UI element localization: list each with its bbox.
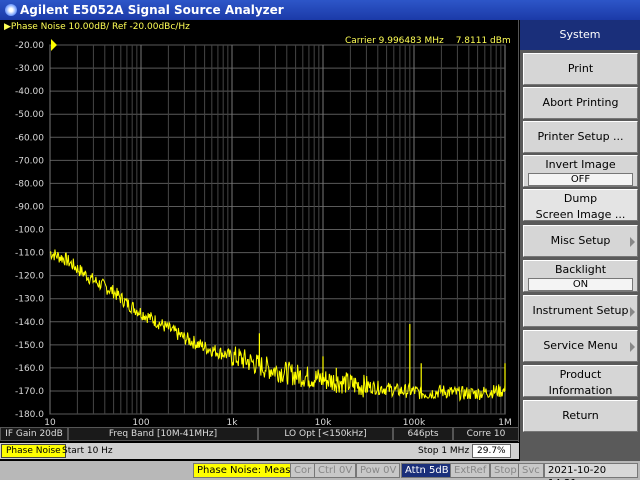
service-menu-softkey[interactable]: Service Menu: [523, 330, 638, 362]
title-bar: Agilent E5052A Signal Source Analyzer: [0, 0, 640, 20]
meas-state-indicator: Phase Noise: Meas: [193, 463, 295, 478]
misc-setup-label: Misc Setup: [550, 234, 611, 247]
dump-label-line2: Screen Image ...: [535, 208, 626, 221]
product-label-line2: Information: [548, 384, 613, 397]
measurement-mode[interactable]: Phase Noise: [1, 444, 66, 458]
y-tick-label: -90.00: [15, 202, 44, 212]
cor-indicator: Cor: [290, 463, 316, 478]
return-label: Return: [562, 409, 599, 422]
y-tick-label: -80.00: [15, 179, 44, 189]
measurement-row: Phase Noise Start 10 Hz Stop 1 MHz 29.7%: [0, 443, 519, 459]
instrument-setup-label: Instrument Setup: [532, 304, 629, 317]
submenu-arrow-icon: [630, 307, 635, 317]
correlation-status[interactable]: Corre 10: [453, 427, 519, 441]
print-label: Print: [567, 62, 594, 75]
x-tick-label: 100k: [403, 418, 426, 427]
x-tick-label: 10k: [315, 418, 332, 427]
x-tick-label: 10: [44, 418, 56, 427]
printer-setup-label: Printer Setup ...: [537, 130, 624, 143]
if-gain-status[interactable]: IF Gain 20dB: [0, 427, 68, 441]
y-tick-label: -30.00: [15, 64, 44, 74]
y-tick-label: -160.0: [15, 364, 44, 374]
y-tick-label: -20.00: [15, 41, 44, 51]
carrier-frequency: Carrier 9.996483 MHz: [345, 36, 444, 46]
product-label-line1: Product: [559, 368, 602, 381]
abort-printing-label: Abort Printing: [542, 96, 619, 109]
x-tick-label: 1M: [498, 418, 512, 427]
carrier-power: 7.8111 dBm: [455, 36, 511, 46]
stop-frequency[interactable]: Stop 1 MHz: [418, 445, 469, 457]
extref-indicator: ExtRef: [450, 463, 491, 478]
y-tick-label: -70.00: [15, 156, 44, 166]
submenu-arrow-icon: [630, 237, 635, 247]
reference-level-marker: [51, 39, 57, 51]
abort-printing-softkey[interactable]: Abort Printing: [523, 87, 638, 119]
misc-setup-softkey[interactable]: Misc Setup: [523, 225, 638, 257]
y-tick-label: -170.0: [15, 387, 44, 397]
y-tick-label: -180.0: [15, 410, 44, 420]
trace-marker-icon: ▶: [4, 22, 11, 32]
phase-noise-trace: [49, 249, 506, 402]
invert-image-label: Invert Image: [545, 158, 616, 171]
points-status[interactable]: 646pts: [393, 427, 453, 441]
dump-screen-image-softkey[interactable]: Dump Screen Image ...: [523, 189, 638, 221]
backlight-value: ON: [528, 278, 633, 291]
pow-indicator: Pow 0V: [356, 463, 401, 478]
agilent-logo-icon: [5, 4, 17, 16]
trace-label: Phase Noise 10.00dB/ Ref -20.00dBc/Hz: [10, 22, 190, 32]
channel-status-row: IF Gain 20dB Freq Band [10M-41MHz] LO Op…: [0, 427, 519, 441]
window-title: Agilent E5052A Signal Source Analyzer: [20, 3, 284, 17]
y-tick-label: -150.0: [15, 341, 44, 351]
softkey-menu-title: System: [520, 20, 640, 50]
y-tick-label: -60.00: [15, 133, 44, 143]
invert-image-value: OFF: [528, 173, 633, 186]
stop-indicator: Stop: [490, 463, 521, 478]
y-tick-label: -110.0: [15, 249, 44, 259]
invert-image-softkey[interactable]: Invert Image OFF: [523, 155, 638, 187]
svc-indicator: Svc: [518, 463, 544, 478]
x-tick-label: 100: [132, 418, 149, 427]
return-softkey[interactable]: Return: [523, 400, 638, 432]
trace-header: ▶Phase Noise 10.00dB/ Ref -20.00dBc/Hz: [4, 22, 190, 32]
y-tick-label: -100.0: [15, 226, 44, 236]
backlight-softkey[interactable]: Backlight ON: [523, 260, 638, 292]
product-information-softkey[interactable]: Product Information: [523, 365, 638, 397]
instrument-status-bar: Phase Noise: Meas Cor Ctrl 0V Pow 0V Att…: [0, 461, 640, 480]
y-tick-label: -40.00: [15, 87, 44, 97]
x-tick-label: 1k: [227, 418, 239, 427]
submenu-arrow-icon: [630, 342, 635, 352]
carrier-info: Carrier 9.996483 MHz 7.8111 dBm: [345, 36, 523, 46]
y-tick-label: -140.0: [15, 318, 44, 328]
ctrl-indicator: Ctrl 0V: [314, 463, 357, 478]
print-softkey[interactable]: Print: [523, 53, 638, 85]
y-tick-label: -50.00: [15, 110, 44, 120]
attn-indicator: Attn 5dB: [401, 463, 453, 478]
dump-label-line1: Dump: [563, 192, 598, 205]
y-tick-label: -120.0: [15, 272, 44, 282]
backlight-label: Backlight: [554, 263, 607, 276]
instrument-setup-softkey[interactable]: Instrument Setup: [523, 295, 638, 327]
start-frequency[interactable]: Start 10 Hz: [62, 445, 113, 457]
lo-opt-status[interactable]: LO Opt [<150kHz]: [258, 427, 393, 441]
phase-noise-chart: -20.00 -30.00 -40.00 -50.00 -60.00 -70.00 -80.…: [15, 39, 512, 427]
phase-noise-graph[interactable]: -20.00 -30.00 -40.00 -50.00 -60.00 -70.00 -80.…: [0, 20, 519, 442]
printer-setup-softkey[interactable]: Printer Setup ...: [523, 121, 638, 153]
freq-band-status[interactable]: Freq Band [10M-41MHz]: [68, 427, 258, 441]
progress-percent: 29.7%: [472, 444, 511, 458]
service-menu-label: Service Menu: [543, 339, 618, 352]
softkey-panel: System Print Abort Printing Printer Setu…: [520, 20, 640, 461]
y-tick-label: -130.0: [15, 295, 44, 305]
date-time: 2021-10-20 14:21: [544, 463, 638, 480]
